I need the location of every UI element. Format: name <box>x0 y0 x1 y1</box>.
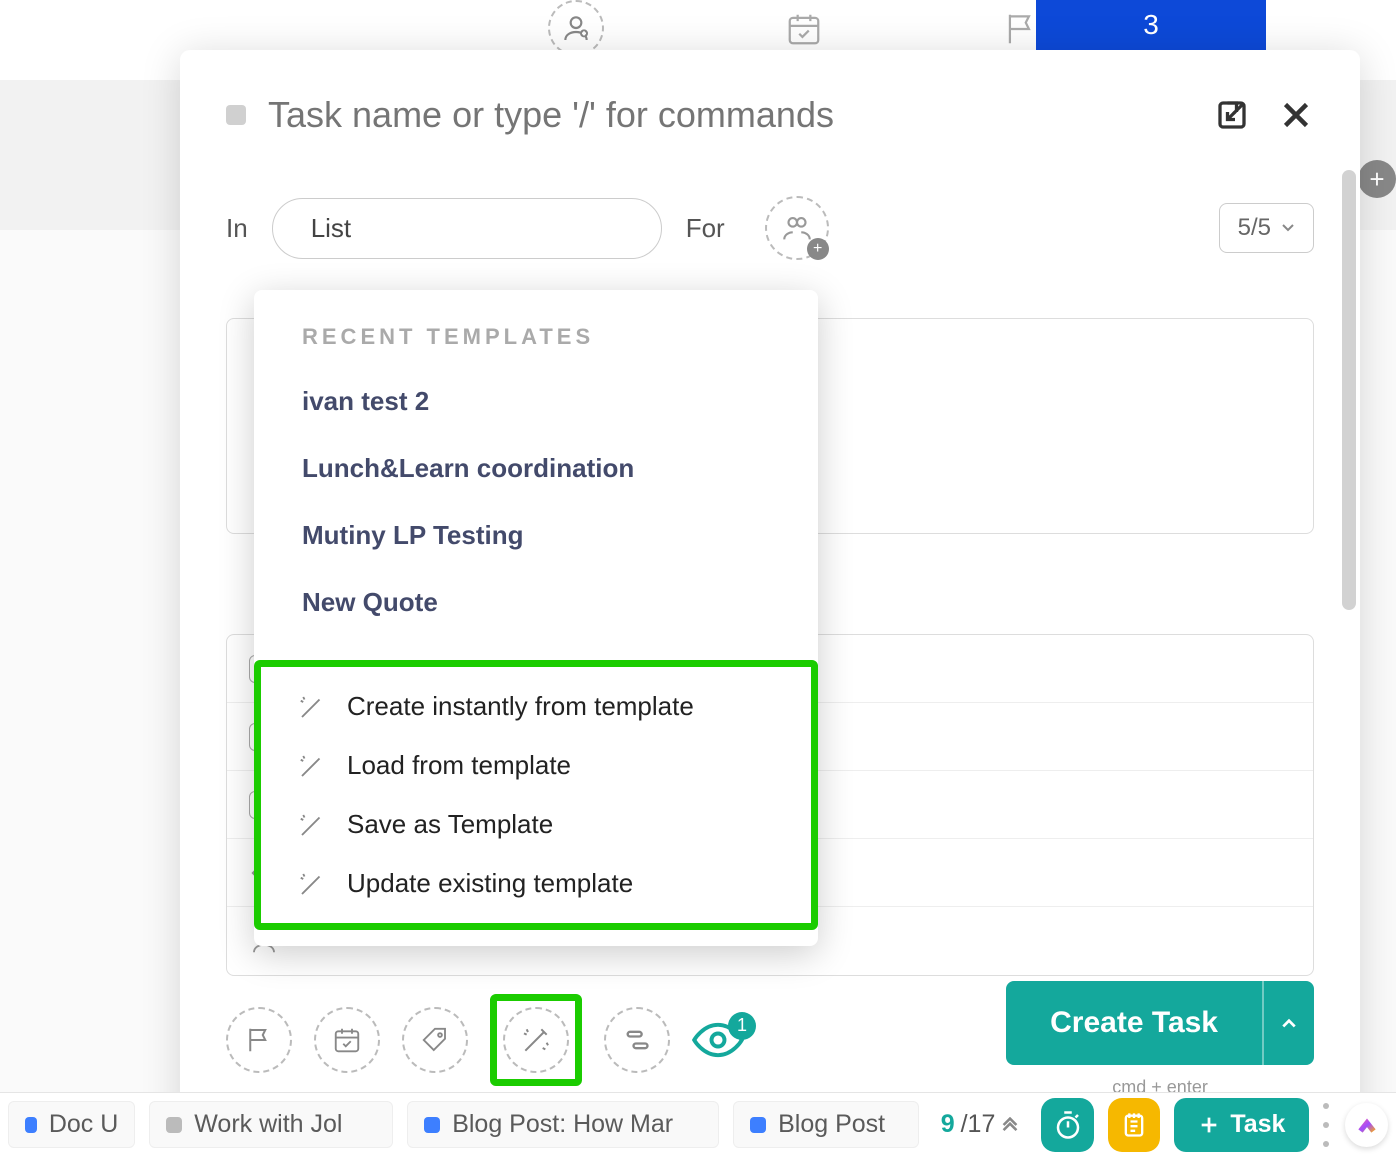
assignee-icon <box>548 0 604 56</box>
title-row <box>226 94 1314 136</box>
dropdown-action-create-instantly[interactable]: Create instantly from template <box>261 677 811 736</box>
watchers-count-badge: 1 <box>728 1012 756 1040</box>
status-dot-icon <box>25 1117 37 1133</box>
bottom-actions: 1 Create Task cmd + enter <box>226 981 1314 1098</box>
template-item[interactable]: Lunch&Learn coordination <box>254 435 818 502</box>
blue-tab-indicator[interactable]: 3 <box>1036 0 1266 50</box>
tag-button[interactable] <box>402 1007 468 1073</box>
add-circle-background[interactable]: + <box>1358 160 1396 198</box>
new-task-button[interactable]: Task <box>1174 1098 1309 1152</box>
subtask-icon <box>623 1026 651 1054</box>
drag-handle-icon[interactable] <box>1323 1103 1331 1147</box>
status-dot-icon <box>166 1117 182 1133</box>
chevron-up-icon <box>1281 1017 1297 1029</box>
wand-icon <box>297 869 327 899</box>
status-square[interactable] <box>226 105 246 125</box>
taskbar-chip[interactable]: Blog Post <box>733 1101 919 1148</box>
clickup-logo[interactable] <box>1345 1103 1388 1147</box>
subtask-shortcut-button[interactable] <box>604 1007 670 1073</box>
create-task-button-group: Create Task <box>1006 981 1314 1065</box>
close-icon[interactable] <box>1278 97 1314 133</box>
priority-button[interactable] <box>226 1007 292 1073</box>
clickup-logo-icon <box>1354 1112 1380 1138</box>
in-for-row: In List For + 5/5 <box>226 196 1314 260</box>
timer-button[interactable] <box>1041 1098 1093 1152</box>
dropdown-action-label: Save as Template <box>347 809 553 840</box>
template-item[interactable]: New Quote <box>254 569 818 636</box>
template-item[interactable]: ivan test 2 <box>254 368 818 435</box>
assignee-add-button[interactable]: + <box>765 196 829 260</box>
taskbar-open-count[interactable]: 9 /17 <box>941 1110 1020 1139</box>
count-current: 9 <box>941 1110 955 1139</box>
create-task-button[interactable]: Create Task <box>1006 981 1262 1065</box>
task-name-input[interactable] <box>268 94 1192 136</box>
count-selector[interactable]: 5/5 <box>1219 203 1314 253</box>
dropdown-action-update[interactable]: Update existing template <box>261 854 811 913</box>
create-task-dropdown[interactable] <box>1262 981 1314 1065</box>
dropdown-action-save[interactable]: Save as Template <box>261 795 811 854</box>
wand-icon <box>297 810 327 840</box>
notepad-icon <box>1120 1111 1148 1139</box>
taskbar-chip[interactable]: Doc U <box>8 1101 135 1148</box>
date-button[interactable] <box>314 1007 380 1073</box>
collapse-icon <box>1001 1117 1019 1133</box>
taskbar-chip-label: Doc U <box>49 1110 118 1139</box>
status-dot-icon <box>424 1117 440 1133</box>
taskbar-chip-label: Blog Post <box>778 1110 885 1139</box>
taskbar-chip-label: Work with Jol <box>194 1110 342 1139</box>
modal-scrollbar[interactable] <box>1342 170 1356 610</box>
template-button-highlight <box>490 994 582 1086</box>
taskbar-chip[interactable]: Work with Jol <box>149 1101 393 1148</box>
dropdown-section-title: RECENT TEMPLATES <box>254 324 818 368</box>
flag-icon <box>1002 10 1040 48</box>
wand-icon <box>520 1024 552 1056</box>
dropdown-action-label: Update existing template <box>347 868 633 899</box>
dropdown-actions-highlight: Create instantly from template Load from… <box>254 660 818 930</box>
template-button[interactable] <box>503 1007 569 1073</box>
list-selector[interactable]: List <box>272 198 662 259</box>
new-task-label: Task <box>1230 1110 1285 1139</box>
notepad-button[interactable] <box>1108 1098 1160 1152</box>
plus-badge-icon: + <box>807 238 829 260</box>
watchers-button[interactable]: 1 <box>692 1022 744 1058</box>
count-total: /17 <box>961 1110 996 1139</box>
in-label: In <box>226 213 248 244</box>
dropdown-action-load[interactable]: Load from template <box>261 736 811 795</box>
stopwatch-icon <box>1053 1110 1083 1140</box>
status-dot-icon <box>750 1117 766 1133</box>
template-dropdown: RECENT TEMPLATES ivan test 2 Lunch&Learn… <box>254 290 818 946</box>
count-value: 5/5 <box>1238 214 1271 242</box>
popout-icon[interactable] <box>1214 97 1250 133</box>
dropdown-action-label: Create instantly from template <box>347 691 694 722</box>
wand-icon <box>297 692 327 722</box>
dropdown-action-label: Load from template <box>347 750 571 781</box>
calendar-icon <box>332 1025 362 1055</box>
wand-icon <box>297 751 327 781</box>
plus-icon <box>1198 1114 1220 1136</box>
template-item[interactable]: Mutiny LP Testing <box>254 502 818 569</box>
flag-icon <box>244 1025 274 1055</box>
taskbar-chip-label: Blog Post: How Mar <box>452 1110 673 1139</box>
taskbar-chip[interactable]: Blog Post: How Mar <box>407 1101 719 1148</box>
chevron-down-icon <box>1281 223 1295 233</box>
for-label: For <box>686 213 725 244</box>
tag-icon <box>420 1025 450 1055</box>
bottom-taskbar: Doc U Work with Jol Blog Post: How Mar B… <box>0 1092 1396 1156</box>
calendar-icon <box>785 10 823 48</box>
